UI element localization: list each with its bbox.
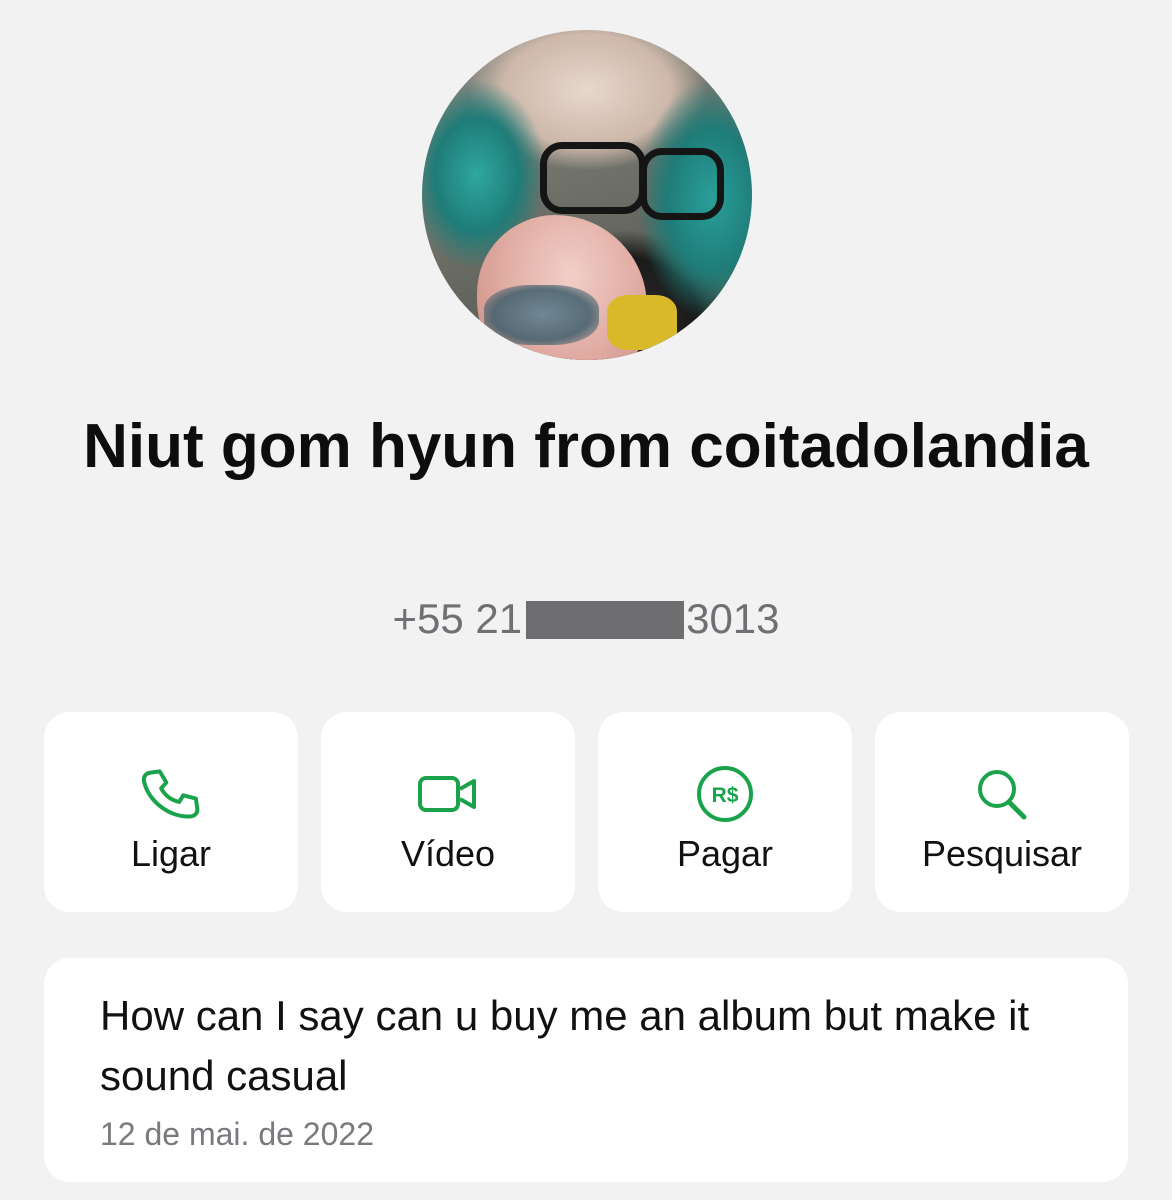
contact-phone: +55 21 3013 (0, 592, 1172, 646)
pay-icon-text: R$ (712, 784, 739, 807)
search-button-label: Pesquisar (921, 833, 1083, 874)
call-button-label: Ligar (130, 833, 212, 874)
video-button[interactable]: Vídeo (321, 712, 575, 912)
phone-prefix: +55 21 (392, 595, 523, 642)
search-button[interactable]: Pesquisar (875, 712, 1129, 912)
phone-suffix: 3013 (686, 595, 780, 642)
avatar-photo-glasses (640, 148, 724, 220)
phone-redaction (526, 601, 685, 639)
about-date: 12 de mai. de 2022 (100, 1116, 374, 1152)
contact-avatar[interactable] (422, 30, 752, 360)
video-camera-icon (418, 776, 476, 812)
search-icon (978, 770, 1027, 820)
contact-name: Niut gom hyun from coitadolandia (83, 412, 1089, 481)
about-text: How can I say can u buy me an album but … (100, 992, 1030, 1099)
pay-button-label: Pagar (676, 833, 774, 874)
pay-brl-icon: R$ (697, 766, 753, 822)
about-card[interactable]: How can I say can u buy me an album but … (44, 958, 1128, 1182)
avatar-photo-scarf (607, 295, 677, 350)
avatar-photo-tattoo (484, 285, 599, 345)
phone-icon (141, 769, 200, 819)
avatar-photo-glasses (540, 142, 646, 214)
pay-button[interactable]: R$ Pagar (598, 712, 852, 912)
video-button-label: Vídeo (400, 833, 496, 874)
call-button[interactable]: Ligar (44, 712, 298, 912)
